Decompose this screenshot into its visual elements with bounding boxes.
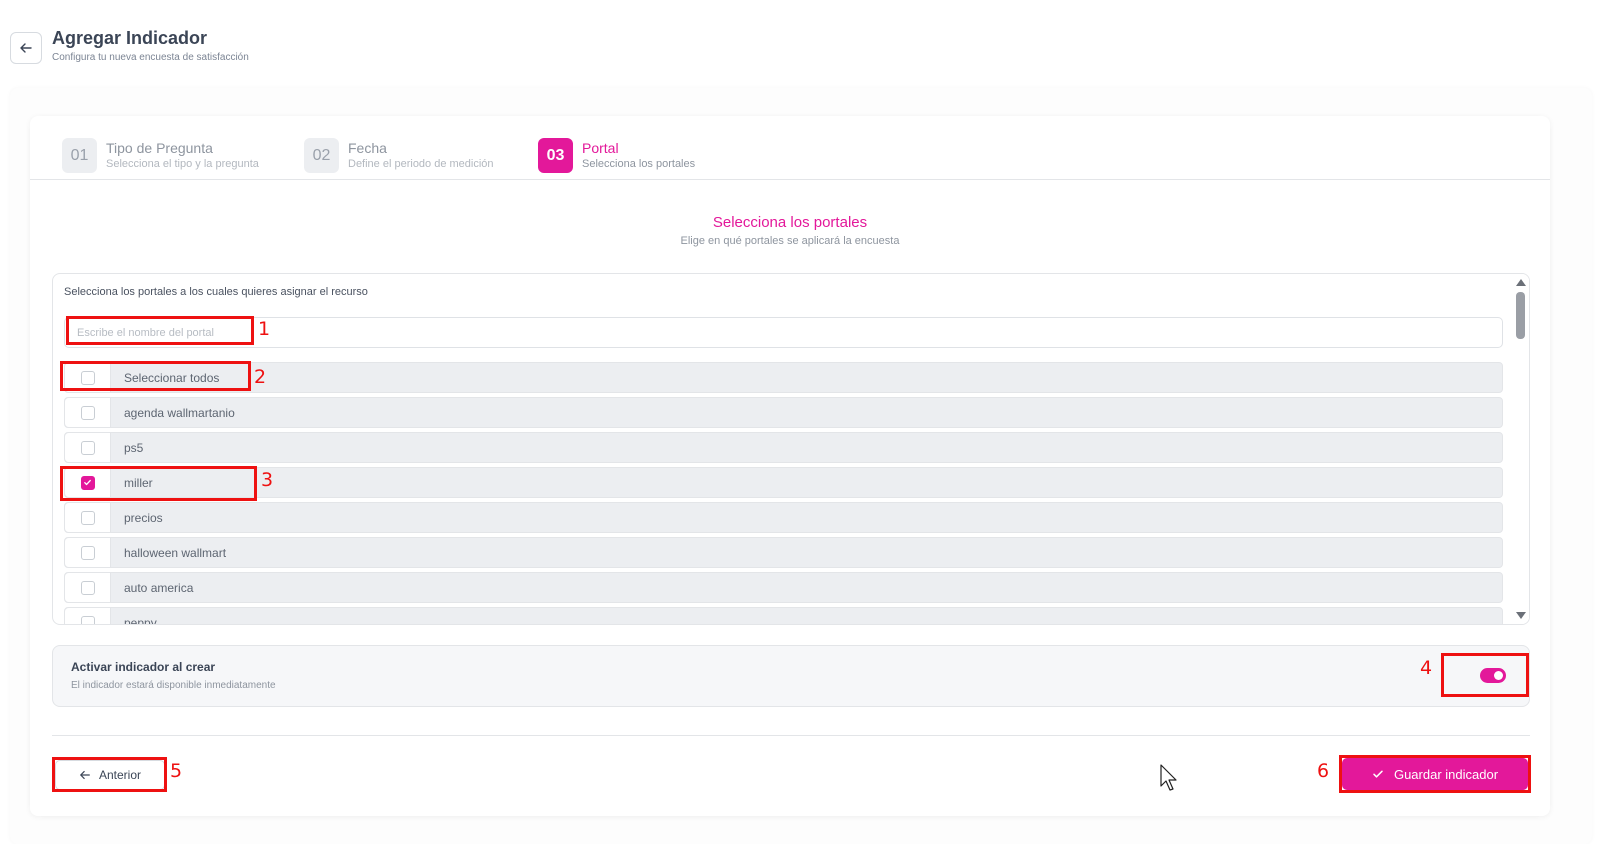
annotation-number: 1 (258, 318, 271, 340)
portal-checkbox[interactable] (80, 615, 95, 624)
scrollbar-thumb[interactable] (1516, 292, 1525, 339)
footer-divider (52, 735, 1530, 736)
section-title: Selecciona los portales (712, 214, 868, 231)
portal-search-input[interactable] (64, 317, 1503, 348)
stepper-divider (30, 179, 1550, 180)
save-button-label: Guardar indicador (1393, 766, 1499, 782)
step-number: 03 (538, 138, 573, 173)
step-number: 01 (62, 138, 97, 173)
portal-checkbox[interactable] (80, 405, 95, 420)
page-title: Agregar Indicador (52, 28, 208, 48)
annotation-number: 4 (1420, 657, 1433, 679)
step-tipo-de-pregunta[interactable]: 01 Tipo de Pregunta Selecciona el tipo y… (62, 138, 304, 173)
step-fecha[interactable]: 02 Fecha Define el periodo de medición (304, 138, 538, 173)
check-icon (1373, 770, 1383, 778)
save-indicator-button[interactable]: Guardar indicador (1342, 758, 1528, 790)
portal-checkbox[interactable] (80, 510, 95, 525)
annotation-number: 6 (1317, 760, 1330, 782)
step-title: Fecha (348, 140, 387, 156)
step-description: Selecciona los portales (582, 158, 696, 170)
section-subtitle: Elige en qué portales se aplicará la enc… (680, 235, 900, 247)
step-title: Tipo de Pregunta (106, 140, 213, 156)
activation-title: Activar indicador al crear (71, 660, 216, 674)
portal-name: auto america (124, 580, 194, 595)
portal-row[interactable]: ps5 (64, 432, 1503, 463)
portal-row[interactable]: peppy (64, 607, 1503, 625)
portal-checkbox[interactable] (80, 580, 95, 595)
portal-row[interactable]: precios (64, 502, 1503, 533)
select-all-row[interactable]: Seleccionar todos (64, 362, 1503, 393)
step-portal[interactable]: 03 Portal Selecciona los portales (538, 138, 695, 173)
previous-button[interactable]: Anterior (55, 760, 165, 790)
portal-row[interactable]: auto america (64, 572, 1503, 603)
scroll-up-arrow-icon[interactable] (1516, 279, 1526, 286)
portal-row[interactable]: agenda wallmartanio (64, 397, 1503, 428)
activation-toggle[interactable] (1480, 668, 1506, 683)
activation-description: El indicador estará disponible inmediata… (71, 680, 276, 691)
portal-row[interactable]: halloween wallmart (64, 537, 1503, 568)
toggle-knob (1494, 671, 1503, 680)
step-title: Portal (582, 140, 619, 156)
portal-checkbox[interactable] (80, 545, 95, 560)
check-icon (84, 479, 91, 486)
portal-selector-label: Selecciona los portales a los cuales qui… (64, 286, 368, 298)
arrow-left-icon (80, 770, 90, 780)
portal-list-scrollbar[interactable] (1513, 274, 1529, 624)
portal-name: peppy (124, 615, 157, 625)
scroll-down-arrow-icon[interactable] (1516, 612, 1526, 619)
portal-row[interactable]: miller (64, 467, 1503, 498)
previous-button-label: Anterior (98, 768, 142, 782)
portal-selector: Selecciona los portales a los cuales qui… (52, 273, 1530, 625)
page-subtitle: Configura tu nueva encuesta de satisfacc… (52, 52, 249, 63)
portal-name: precios (124, 510, 163, 525)
step-description: Selecciona el tipo y la pregunta (106, 158, 259, 170)
mouse-cursor-icon (1160, 764, 1177, 791)
step-description: Define el periodo de medición (348, 158, 494, 170)
portal-name: agenda wallmartanio (124, 405, 235, 420)
select-all-label: Seleccionar todos (124, 370, 220, 385)
portal-list: Seleccionar todos agenda wallmartanio ps… (64, 362, 1503, 625)
annotation-number: 5 (170, 760, 183, 782)
portal-name: miller (124, 475, 153, 490)
annotation-number: 2 (254, 366, 267, 388)
portal-name: halloween wallmart (124, 545, 227, 560)
activation-card: Activar indicador al crear El indicador … (52, 645, 1530, 707)
portal-name: ps5 (124, 440, 144, 455)
arrow-left-icon (20, 43, 32, 53)
select-all-checkbox[interactable] (80, 370, 95, 385)
annotation-number: 3 (261, 469, 274, 491)
step-number: 02 (304, 138, 339, 173)
portal-checkbox[interactable] (80, 475, 95, 490)
back-button[interactable] (10, 32, 42, 64)
portal-checkbox[interactable] (80, 440, 95, 455)
stepper: 01 Tipo de Pregunta Selecciona el tipo y… (62, 138, 695, 173)
